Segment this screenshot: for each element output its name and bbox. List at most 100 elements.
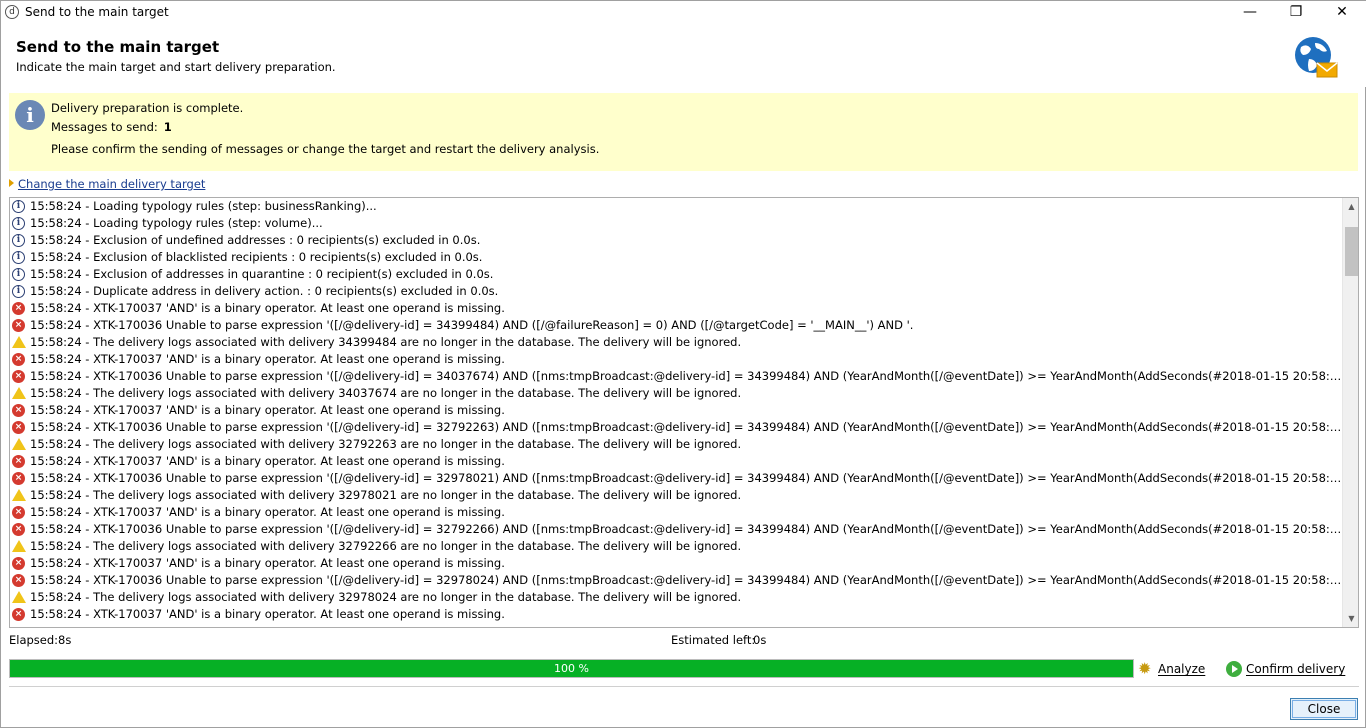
log-row[interactable]: 15:58:24 - The delivery logs associated … bbox=[10, 487, 1342, 504]
log-row[interactable]: 15:58:24 - The delivery logs associated … bbox=[10, 436, 1342, 453]
error-icon: × bbox=[12, 472, 25, 485]
log-row[interactable]: 15:58:24 - The delivery logs associated … bbox=[10, 334, 1342, 351]
estimated-left-value: 0s bbox=[753, 633, 767, 647]
info-confirm-text: Please confirm the sending of messages o… bbox=[51, 142, 600, 156]
log-row[interactable]: i 15:58:24 - Duplicate address in deliver… bbox=[10, 283, 1342, 300]
log-list[interactable]: i 15:58:24 - Loading typology rules (step… bbox=[9, 197, 1359, 628]
messages-count: 1 bbox=[163, 120, 172, 134]
info-icon: i bbox=[12, 200, 25, 213]
log-row[interactable]: × 15:58:24 - XTK-170036 Unable to parse e… bbox=[10, 368, 1342, 385]
log-text: 15:58:24 - The delivery logs associated … bbox=[30, 335, 742, 349]
log-row[interactable]: i 15:58:24 - Exclusion of addresses in qu… bbox=[10, 266, 1342, 283]
app-icon: d bbox=[5, 5, 19, 19]
log-text: 15:58:24 - Exclusion of undefined addres… bbox=[30, 233, 481, 247]
log-scrollbar[interactable]: ▲ ▼ bbox=[1342, 198, 1358, 627]
log-row[interactable]: × 15:58:24 - XTK-170037 'AND' is a binary… bbox=[10, 504, 1342, 521]
log-text: 15:58:24 - XTK-170037 'AND' is a binary … bbox=[30, 403, 505, 417]
window-close-button[interactable]: ✕ bbox=[1319, 1, 1365, 25]
gear-icon: ✹ bbox=[1138, 659, 1152, 678]
log-row[interactable]: × 15:58:24 - XTK-170037 'AND' is a binary… bbox=[10, 555, 1342, 572]
window-title: Send to the main target bbox=[25, 5, 169, 19]
log-row[interactable]: 15:58:24 - The delivery logs associated … bbox=[10, 538, 1342, 555]
header-title: Send to the main target bbox=[16, 38, 220, 56]
progress-label: 100 % bbox=[554, 662, 589, 675]
log-row[interactable]: × 15:58:24 - XTK-170037 'AND' is a binary… bbox=[10, 606, 1342, 623]
estimated-left-label: Estimated left: bbox=[671, 633, 756, 647]
error-icon: × bbox=[12, 404, 25, 417]
info-icon: i bbox=[15, 100, 45, 130]
messages-to-send: Messages to send: 1 bbox=[51, 120, 172, 134]
info-icon: i bbox=[12, 234, 25, 247]
log-row[interactable]: i 15:58:24 - Loading typology rules (step… bbox=[10, 215, 1342, 232]
log-text: 15:58:24 - XTK-170036 Unable to parse ex… bbox=[30, 522, 1342, 536]
messages-label: Messages to send: bbox=[51, 120, 158, 134]
log-text: 15:58:24 - XTK-170037 'AND' is a binary … bbox=[30, 505, 505, 519]
error-icon: × bbox=[12, 608, 25, 621]
log-text: 15:58:24 - The delivery logs associated … bbox=[30, 488, 742, 502]
log-text: 15:58:24 - XTK-170036 Unable to parse ex… bbox=[30, 369, 1342, 383]
title-bar: d Send to the main target — ❐ ✕ bbox=[1, 1, 1366, 25]
error-icon: × bbox=[12, 302, 25, 315]
log-row[interactable]: × 15:58:24 - XTK-170036 Unable to parse e… bbox=[10, 470, 1342, 487]
log-row[interactable]: 15:58:24 - The delivery logs associated … bbox=[10, 589, 1342, 606]
dialog-header: Send to the main target Indicate the mai… bbox=[1, 25, 1366, 87]
minimize-button[interactable]: — bbox=[1227, 1, 1273, 25]
log-text: 15:58:24 - XTK-170037 'AND' is a binary … bbox=[30, 454, 505, 468]
log-row[interactable]: × 15:58:24 - XTK-170036 Unable to parse e… bbox=[10, 419, 1342, 436]
error-icon: × bbox=[12, 353, 25, 366]
log-text: 15:58:24 - Exclusion of blacklisted reci… bbox=[30, 250, 483, 264]
maximize-button[interactable]: ❐ bbox=[1273, 1, 1319, 25]
scroll-down-icon[interactable]: ▼ bbox=[1343, 610, 1358, 627]
log-row[interactable]: × 15:58:24 - XTK-170037 'AND' is a binary… bbox=[10, 402, 1342, 419]
log-text: 15:58:24 - Duplicate address in delivery… bbox=[30, 284, 499, 298]
warning-icon bbox=[12, 336, 26, 348]
error-icon: × bbox=[12, 506, 25, 519]
log-text: 15:58:24 - XTK-170036 Unable to parse ex… bbox=[30, 471, 1342, 485]
log-row[interactable]: × 15:58:24 - XTK-170036 Unable to parse e… bbox=[10, 521, 1342, 538]
scroll-thumb[interactable] bbox=[1345, 227, 1358, 276]
log-row[interactable]: i 15:58:24 - Exclusion of undefined addre… bbox=[10, 232, 1342, 249]
log-row[interactable]: × 15:58:24 - XTK-170036 Unable to parse e… bbox=[10, 572, 1342, 589]
header-subtitle: Indicate the main target and start deliv… bbox=[16, 60, 336, 74]
info-icon: i bbox=[12, 285, 25, 298]
log-text: 15:58:24 - Exclusion of addresses in qua… bbox=[30, 267, 494, 281]
elapsed-label: Elapsed: bbox=[9, 633, 59, 647]
close-button[interactable]: Close bbox=[1290, 698, 1358, 720]
log-text: 15:58:24 - XTK-170036 Unable to parse ex… bbox=[30, 573, 1342, 587]
log-text: 15:58:24 - Loading typology rules (step:… bbox=[30, 216, 323, 230]
warning-icon bbox=[12, 591, 26, 603]
scroll-up-icon[interactable]: ▲ bbox=[1343, 198, 1358, 215]
log-text: 15:58:24 - Loading typology rules (step:… bbox=[30, 199, 377, 213]
globe-mail-icon bbox=[1295, 37, 1338, 78]
dialog-window: d Send to the main target — ❐ ✕ Send to … bbox=[0, 0, 1366, 728]
error-icon: × bbox=[12, 574, 25, 587]
info-status-text: Delivery preparation is complete. bbox=[51, 101, 244, 115]
info-icon: i bbox=[12, 217, 25, 230]
log-text: 15:58:24 - The delivery logs associated … bbox=[30, 437, 742, 451]
log-row[interactable]: × 15:58:24 - XTK-170037 'AND' is a binary… bbox=[10, 351, 1342, 368]
log-row[interactable]: × 15:58:24 - XTK-170037 'AND' is a binary… bbox=[10, 453, 1342, 470]
confirm-delivery-label: Confirm delivery bbox=[1246, 662, 1346, 676]
change-target-link[interactable]: Change the main delivery target bbox=[18, 177, 205, 191]
log-row[interactable]: 15:58:24 - The delivery logs associated … bbox=[10, 385, 1342, 402]
info-panel: i Delivery preparation is complete. Mess… bbox=[9, 93, 1358, 171]
log-row[interactable]: i 15:58:24 - Exclusion of blacklisted rec… bbox=[10, 249, 1342, 266]
log-text: 15:58:24 - XTK-170037 'AND' is a binary … bbox=[30, 352, 505, 366]
log-text: 15:58:24 - The delivery logs associated … bbox=[30, 386, 742, 400]
log-row[interactable]: × 15:58:24 - XTK-170036 Unable to parse e… bbox=[10, 317, 1342, 334]
log-text: 15:58:24 - XTK-170036 Unable to parse ex… bbox=[30, 318, 914, 332]
error-icon: × bbox=[12, 557, 25, 570]
log-text: 15:58:24 - XTK-170037 'AND' is a binary … bbox=[30, 301, 505, 315]
error-icon: × bbox=[12, 319, 25, 332]
log-list-content: i 15:58:24 - Loading typology rules (step… bbox=[10, 198, 1342, 627]
log-text: 15:58:24 - XTK-170037 'AND' is a binary … bbox=[30, 556, 505, 570]
log-text: 15:58:24 - The delivery logs associated … bbox=[30, 539, 742, 553]
error-icon: × bbox=[12, 523, 25, 536]
analyze-label: Analyze bbox=[1158, 662, 1206, 676]
log-row[interactable]: i 15:58:24 - Loading typology rules (step… bbox=[10, 198, 1342, 215]
warning-icon bbox=[12, 489, 26, 501]
error-icon: × bbox=[12, 370, 25, 383]
log-row[interactable]: × 15:58:24 - XTK-170037 'AND' is a binary… bbox=[10, 300, 1342, 317]
elapsed-value: 8s bbox=[58, 633, 72, 647]
error-icon: × bbox=[12, 455, 25, 468]
